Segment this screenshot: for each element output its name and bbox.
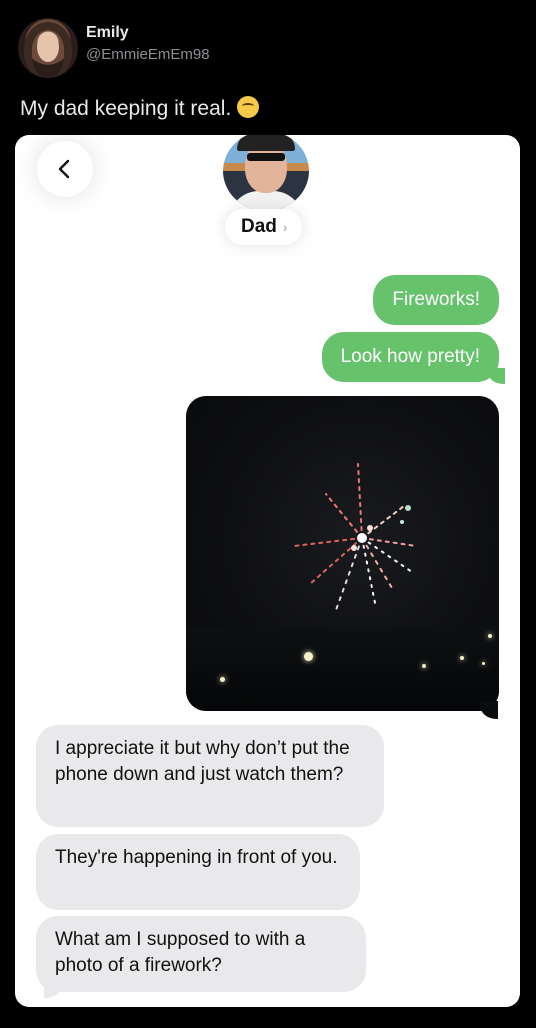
chevron-right-icon: › — [282, 219, 288, 235]
avatar-cap — [237, 135, 295, 151]
message-screenshot[interactable]: Dad › Fireworks! Look how pretty! I appr… — [15, 135, 520, 1007]
tweet-text: My dad keeping it real. — [20, 96, 260, 121]
outgoing-message[interactable]: Look how pretty! — [321, 332, 506, 384]
chevron-left-icon — [58, 159, 70, 179]
incoming-message[interactable]: What am I supposed to with a photo of a … — [36, 916, 366, 998]
contact-avatar[interactable] — [223, 135, 309, 211]
author-avatar[interactable] — [18, 18, 78, 78]
avatar-shirt — [229, 191, 303, 211]
fireworks-photo[interactable] — [186, 396, 499, 711]
street-light — [488, 634, 492, 638]
street-light — [304, 652, 313, 661]
tweet-header: Emily @EmmieEmEm98 — [18, 16, 518, 80]
street-light — [460, 656, 464, 660]
avatar-face — [37, 32, 59, 62]
back-button[interactable] — [37, 141, 93, 197]
tree-line — [186, 628, 499, 711]
incoming-message[interactable]: They're happening in front of you. — [36, 834, 360, 910]
contact-name: Dad — [241, 216, 277, 237]
photo-bubble-tail — [480, 701, 498, 719]
street-light — [422, 664, 426, 668]
outgoing-message[interactable]: Fireworks! — [373, 275, 499, 325]
author-handle[interactable]: @EmmieEmEm98 — [86, 46, 210, 63]
tweet-text-content: My dad keeping it real. — [20, 97, 232, 120]
incoming-message[interactable]: I appreciate it but why don’t put the ph… — [36, 725, 384, 827]
author-name[interactable]: Emily — [86, 24, 129, 42]
loudly-crying-face-icon — [237, 96, 260, 118]
street-light — [220, 677, 225, 682]
street-light — [482, 662, 485, 665]
avatar-sunglasses — [247, 153, 285, 161]
contact-name-button[interactable]: Dad › — [225, 209, 302, 245]
